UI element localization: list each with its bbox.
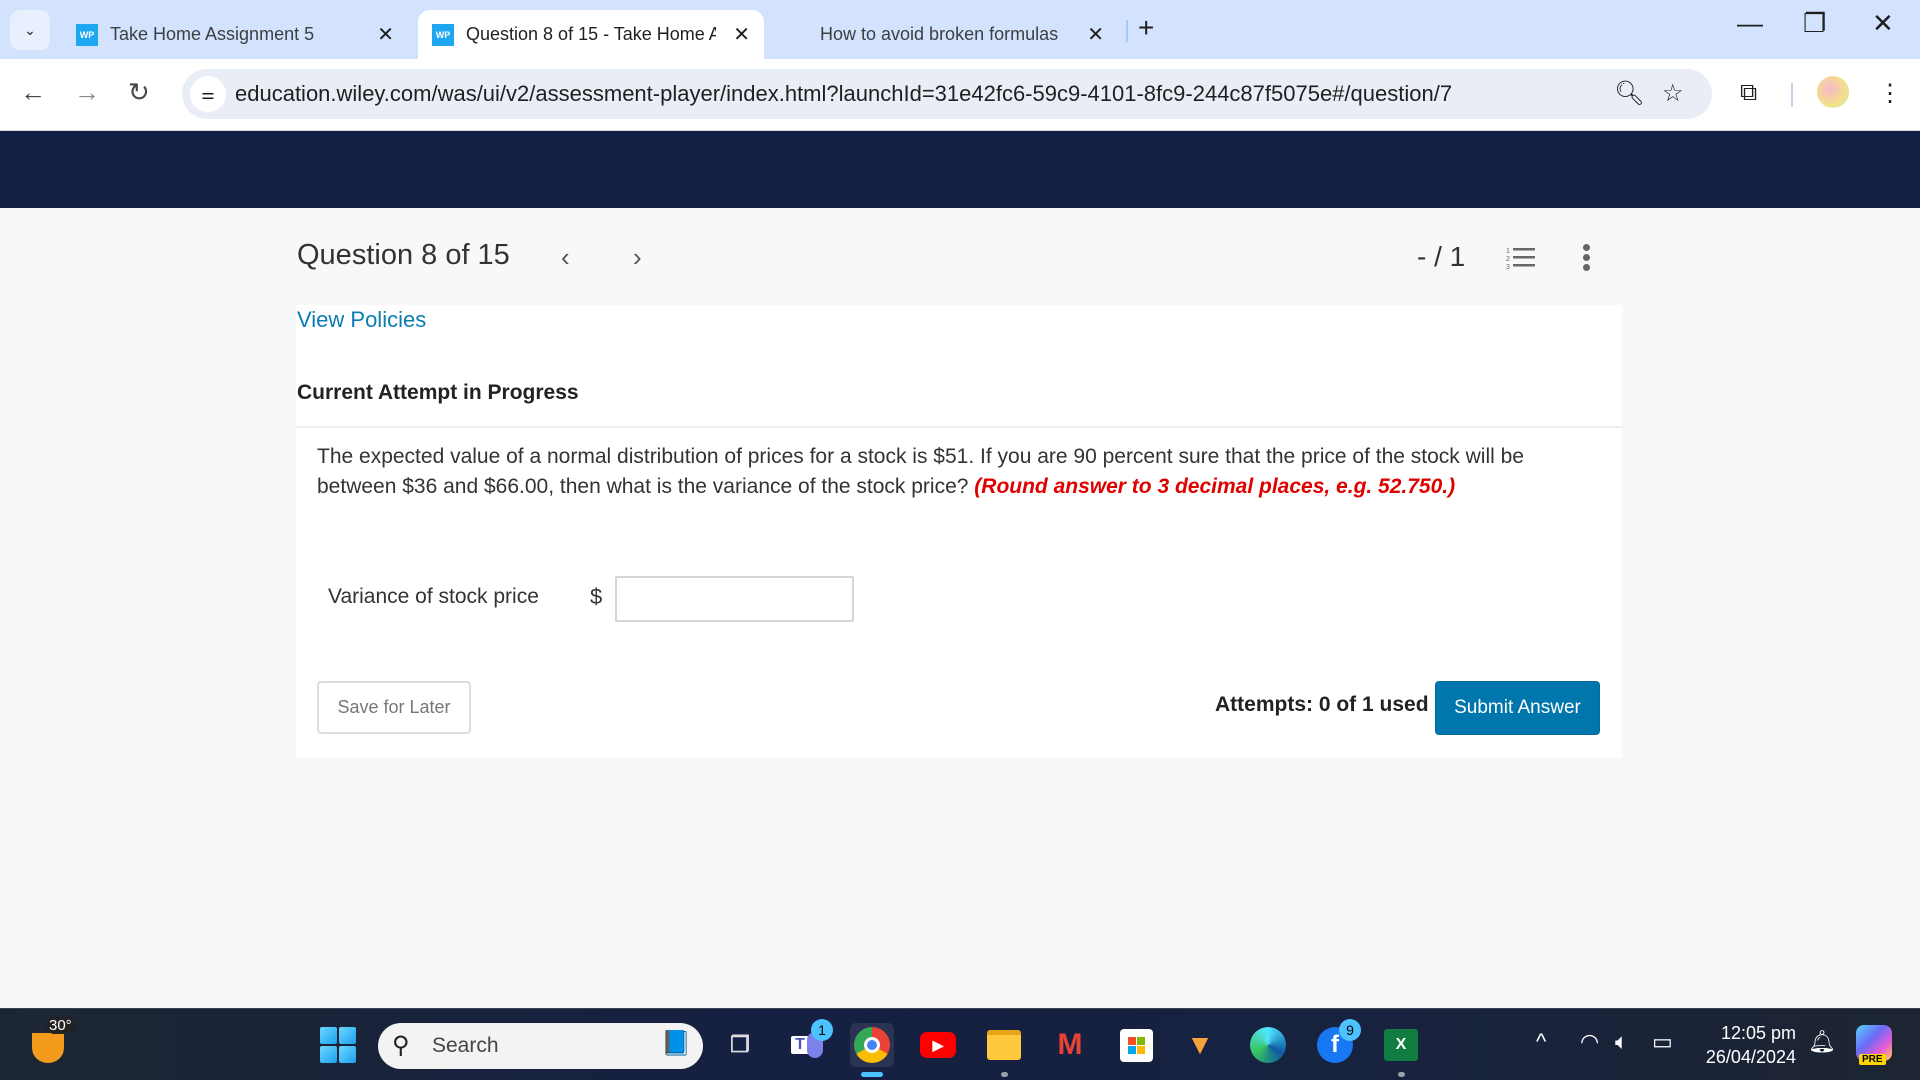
question-score: - / 1: [1417, 241, 1466, 272]
zoom-icon[interactable]: 🔍︎: [1614, 79, 1644, 108]
question-card: View Policies Current Attempt in Progres…: [296, 305, 1622, 758]
next-question-button[interactable]: ›: [633, 242, 642, 273]
svg-text:2: 2: [1506, 256, 1510, 263]
question-title: Question 8 of 15: [297, 239, 510, 271]
microsoft-store-icon[interactable]: [1114, 1023, 1158, 1067]
volume-icon[interactable]: 🔈︎: [1615, 1029, 1628, 1055]
task-view-icon[interactable]: ❐: [718, 1023, 762, 1067]
windows-taskbar: 30° ⚲ Search 📘 ❐ T 1 ▶ M ▼ f 9 X ^ ◠ 🔈︎ …: [0, 1008, 1920, 1080]
edge-icon[interactable]: [1246, 1023, 1290, 1067]
minimize-button[interactable]: —: [1737, 8, 1763, 39]
variance-answer-input[interactable]: [615, 576, 854, 622]
copilot-icon[interactable]: PRE: [1856, 1025, 1892, 1065]
notifications-bell-icon[interactable]: 🔔︎: [1808, 1029, 1836, 1055]
teams-icon[interactable]: T 1: [785, 1019, 833, 1067]
tab-separator: [1126, 20, 1128, 42]
question-text: The expected value of a normal distribut…: [317, 442, 1607, 502]
profile-avatar[interactable]: [1817, 76, 1849, 108]
browser-menu-icon[interactable]: ⋮: [1878, 79, 1902, 108]
tab-list-button[interactable]: ⌄: [10, 10, 50, 50]
weather-icon: [32, 1033, 64, 1063]
close-tab-icon[interactable]: ✕: [733, 22, 750, 47]
clock-date: 26/04/2024: [1705, 1047, 1796, 1067]
weather-temperature: 30°: [46, 1017, 75, 1034]
running-indicator: [1001, 1072, 1008, 1077]
tab-question-8[interactable]: WP Question 8 of 15 - Take Home A ✕: [418, 10, 764, 59]
attempts-counter: Attempts: 0 of 1 used: [1215, 693, 1429, 716]
battery-icon[interactable]: ▭: [1652, 1029, 1673, 1055]
wileyplus-favicon-icon: WP: [432, 23, 454, 46]
copilot-preview-badge: PRE: [1859, 1054, 1886, 1065]
new-tab-button[interactable]: +: [1138, 12, 1154, 44]
browser-tab-strip: ⌄ WP Take Home Assignment 5 ✕ WP Questio…: [0, 0, 1920, 59]
running-indicator: [1398, 1072, 1405, 1077]
tab-title: Question 8 of 15 - Take Home A: [466, 24, 716, 44]
extensions-icon[interactable]: ⧉: [1740, 79, 1757, 107]
wileyplus-favicon-icon: WP: [76, 23, 98, 46]
url-text[interactable]: education.wiley.com/was/ui/v2/assessment…: [235, 81, 1452, 107]
teams-notification-badge: 1: [811, 1019, 833, 1041]
answer-field-label: Variance of stock price: [328, 585, 539, 608]
toolbar-separator: [1791, 83, 1793, 107]
system-clock[interactable]: 12:05 pm 26/04/2024: [1692, 1021, 1796, 1069]
facebook-icon[interactable]: f 9: [1313, 1019, 1361, 1067]
search-icon: ⚲: [392, 1032, 410, 1059]
weather-widget[interactable]: 30°: [28, 1017, 75, 1065]
show-hidden-icons-chevron[interactable]: ^: [1536, 1029, 1546, 1055]
question-header: Question 8 of 15 ‹ › - / 1 1 2 3: [0, 208, 1920, 305]
restore-button[interactable]: ❐: [1803, 8, 1826, 39]
site-info-icon[interactable]: ⚌: [190, 76, 226, 112]
section-divider: [296, 426, 1622, 428]
tab-title: How to avoid broken formulas -: [820, 24, 1060, 44]
close-tab-icon[interactable]: ✕: [377, 22, 394, 47]
app-v-icon[interactable]: ▼: [1178, 1023, 1222, 1067]
more-options-icon[interactable]: [1583, 244, 1591, 272]
facebook-notification-badge: 9: [1339, 1019, 1361, 1041]
tab-broken-formulas[interactable]: How to avoid broken formulas - ✕: [772, 10, 1118, 59]
youtube-icon[interactable]: ▶: [916, 1023, 960, 1067]
address-bar[interactable]: ⚌ education.wiley.com/was/ui/v2/assessme…: [182, 69, 1712, 119]
attempt-status: Current Attempt in Progress: [297, 381, 579, 404]
currency-symbol: $: [590, 584, 603, 609]
forward-button[interactable]: →: [74, 77, 100, 108]
reload-button[interactable]: ↻: [128, 77, 150, 108]
active-app-indicator: [861, 1072, 883, 1077]
svg-text:3: 3: [1506, 264, 1510, 271]
excel-icon[interactable]: X: [1379, 1023, 1423, 1077]
previous-question-button[interactable]: ‹: [561, 242, 570, 273]
svg-text:1: 1: [1506, 248, 1510, 255]
microsoft-logo-icon: [786, 24, 808, 46]
browser-toolbar: ← → ↻ ⚌ education.wiley.com/was/ui/v2/as…: [0, 59, 1920, 131]
file-explorer-icon[interactable]: [982, 1023, 1026, 1077]
gmail-icon[interactable]: M: [1048, 1023, 1092, 1067]
search-label: Search: [432, 1034, 499, 1057]
save-for-later-button[interactable]: Save for Later: [317, 681, 471, 734]
rounding-hint: (Round answer to 3 decimal places, e.g. …: [974, 475, 1456, 498]
bookmark-star-icon[interactable]: ☆: [1662, 79, 1684, 108]
start-button[interactable]: [320, 1027, 356, 1063]
view-policies-link[interactable]: View Policies: [297, 307, 426, 333]
tab-take-home-assignment[interactable]: WP Take Home Assignment 5 ✕: [62, 10, 408, 59]
question-list-icon[interactable]: 1 2 3: [1506, 245, 1536, 271]
chevron-down-icon: ⌄: [24, 21, 36, 38]
taskbar-search[interactable]: ⚲ Search 📘: [378, 1023, 703, 1069]
site-header-bar: [0, 131, 1920, 208]
close-window-button[interactable]: ✕: [1872, 8, 1894, 39]
wifi-icon[interactable]: ◠: [1580, 1029, 1599, 1055]
submit-answer-button[interactable]: Submit Answer: [1435, 681, 1600, 735]
close-tab-icon[interactable]: ✕: [1087, 22, 1104, 47]
search-highlight-icon: 📘: [661, 1030, 691, 1057]
back-button[interactable]: ←: [20, 77, 46, 108]
chrome-icon[interactable]: [850, 1023, 894, 1077]
tab-title: Take Home Assignment 5: [110, 24, 315, 44]
clock-time: 12:05 pm: [1720, 1023, 1796, 1043]
